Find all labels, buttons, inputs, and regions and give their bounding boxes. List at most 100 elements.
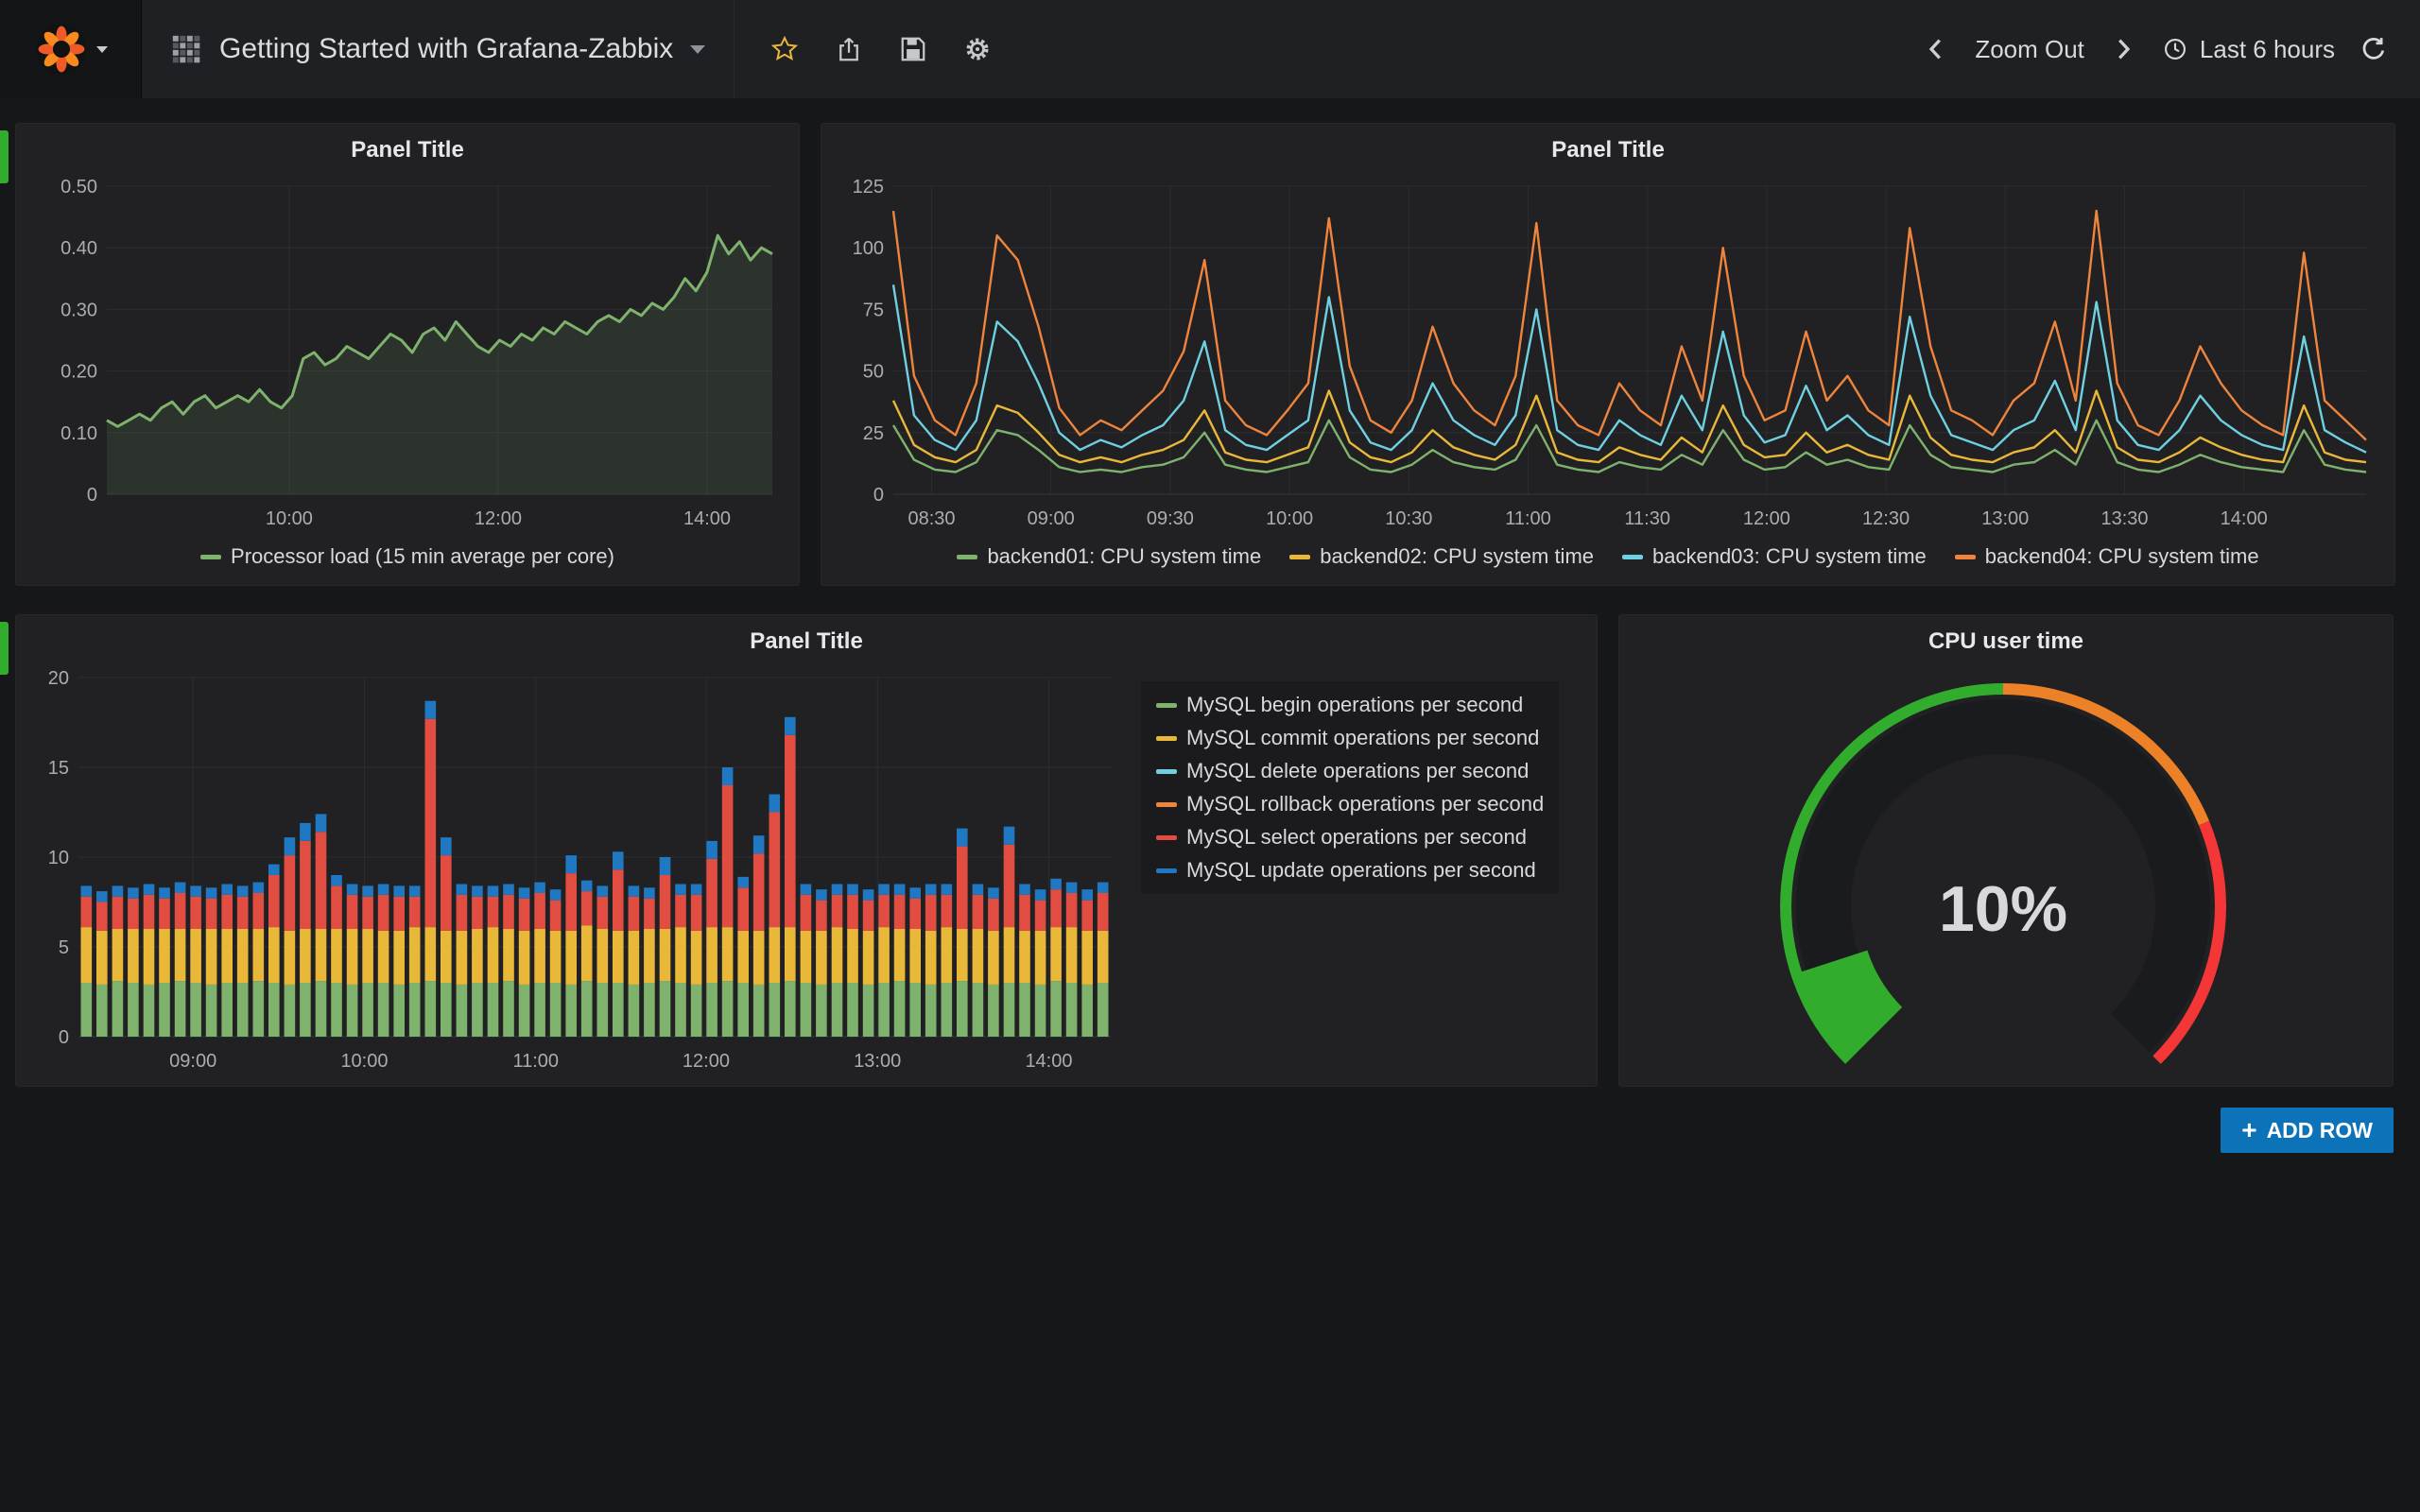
bar-segment: [457, 895, 468, 931]
legend-item[interactable]: MySQL update operations per second: [1156, 858, 1544, 883]
bar-segment: [409, 927, 421, 983]
bar-segment: [472, 983, 483, 1037]
caret-down-icon: [96, 46, 108, 53]
line-chart-cpu-system-time[interactable]: 025507510012508:3009:0009:3010:0010:3011…: [833, 173, 2383, 538]
bar-segment: [988, 931, 999, 985]
panel-title[interactable]: Panel Title: [27, 124, 787, 173]
bar-segment: [393, 885, 405, 896]
grafana-logo-icon: [34, 22, 89, 77]
time-shift-forward-button[interactable]: [2109, 35, 2137, 63]
bar-segment: [973, 983, 984, 1037]
bar-segment: [362, 983, 373, 1037]
bar-segment: [973, 929, 984, 983]
bar-segment: [737, 887, 749, 931]
x-tick-label: 12:00: [475, 508, 522, 529]
zoom-out-button[interactable]: Zoom Out: [1975, 35, 2084, 64]
legend-item[interactable]: backend01: CPU system time: [957, 544, 1261, 569]
row-toggle-handle[interactable]: [0, 130, 9, 183]
legend-item[interactable]: MySQL rollback operations per second: [1156, 792, 1544, 816]
bar-segment: [457, 985, 468, 1037]
bar-segment: [503, 929, 514, 981]
x-tick-label: 11:00: [1505, 508, 1551, 529]
bar-segment: [1066, 927, 1078, 983]
legend-item[interactable]: MySQL delete operations per second: [1156, 759, 1544, 783]
bar-segment: [832, 895, 843, 927]
bar-segment: [1081, 889, 1093, 900]
bar-segment: [81, 885, 93, 896]
bar-segment: [581, 881, 593, 891]
clock-icon: [2162, 36, 2188, 62]
x-tick-label: 09:30: [1147, 508, 1194, 529]
panel-title[interactable]: Panel Title: [833, 124, 2383, 173]
bar-segment: [144, 895, 155, 929]
refresh-button[interactable]: [2360, 35, 2388, 63]
bar-segment: [159, 983, 170, 1037]
legend-item[interactable]: MySQL begin operations per second: [1156, 693, 1544, 717]
bar-segment: [1098, 893, 1109, 931]
time-range-picker[interactable]: Last 6 hours: [2162, 35, 2335, 64]
bar-segment: [957, 829, 968, 847]
bar-segment: [737, 931, 749, 983]
save-button[interactable]: [899, 35, 927, 63]
gauge-cpu-user-time: 10%: [1631, 664, 2376, 1080]
bar-segment: [581, 891, 593, 925]
legend-swatch: [1622, 555, 1643, 559]
legend-item[interactable]: backend02: CPU system time: [1289, 544, 1594, 569]
legend-item[interactable]: MySQL commit operations per second: [1156, 726, 1544, 750]
bar-segment: [816, 889, 827, 900]
bar-segment: [441, 837, 452, 855]
bar-segment: [706, 859, 717, 927]
bar-segment: [96, 985, 108, 1037]
bar-segment: [644, 983, 655, 1037]
legend-item[interactable]: backend03: CPU system time: [1622, 544, 1927, 569]
panel-title[interactable]: Panel Title: [27, 615, 1585, 664]
favorite-button[interactable]: [770, 35, 799, 63]
chart-legend: MySQL begin operations per second MySQL c…: [1141, 681, 1559, 894]
panel-title[interactable]: CPU user time: [1631, 615, 2381, 664]
bar-segment: [221, 929, 233, 983]
time-range-label: Last 6 hours: [2200, 35, 2335, 64]
time-shift-back-button[interactable]: [1922, 35, 1950, 63]
settings-button[interactable]: [963, 35, 992, 63]
bar-segment: [378, 931, 389, 983]
bar-segment: [1004, 827, 1015, 845]
bar-segment: [565, 873, 577, 931]
x-tick-label: 14:00: [2221, 508, 2268, 529]
legend-item[interactable]: backend04: CPU system time: [1955, 544, 2259, 569]
bar-segment: [863, 889, 874, 900]
bar-segment: [942, 895, 953, 927]
bar-segment: [737, 877, 749, 887]
bar-segment: [112, 897, 124, 929]
bar-segment: [362, 885, 373, 896]
legend-label: MySQL commit operations per second: [1186, 726, 1539, 750]
bar-segment: [519, 899, 530, 931]
legend-item[interactable]: Processor load (15 min average per core): [200, 544, 614, 569]
bar-segment: [81, 983, 93, 1037]
bar-segment: [878, 927, 890, 983]
line-chart-processor-load[interactable]: 00.100.200.300.400.5010:0012:0014:00: [27, 173, 789, 538]
legend-swatch: [1156, 868, 1177, 873]
bar-segment: [863, 931, 874, 985]
legend-label: backend04: CPU system time: [1985, 544, 2259, 569]
x-tick-label: 14:00: [683, 508, 731, 529]
bar-segment: [706, 983, 717, 1037]
bar-chart-mysql-operations[interactable]: 0510152009:0010:0011:0012:0013:0014:00: [27, 664, 1124, 1080]
bar-segment: [331, 875, 342, 885]
bar-segment: [425, 927, 437, 981]
add-row-button[interactable]: + ADD ROW: [2221, 1108, 2394, 1153]
bar-segment: [128, 983, 139, 1037]
bar-segment: [221, 983, 233, 1037]
share-button[interactable]: [835, 35, 863, 63]
bar-segment: [175, 981, 186, 1037]
legend-label: backend03: CPU system time: [1652, 544, 1927, 569]
bar-segment: [81, 927, 93, 983]
bar-segment: [613, 869, 624, 931]
dashboard-picker[interactable]: Getting Started with Grafana-Zabbix: [142, 0, 735, 98]
row-toggle-handle[interactable]: [0, 622, 9, 675]
bar-segment: [753, 931, 765, 985]
bar-segment: [206, 887, 217, 898]
bar-segment: [909, 887, 921, 898]
bar-segment: [722, 927, 734, 981]
grafana-logo-menu[interactable]: [0, 0, 142, 98]
legend-item[interactable]: MySQL select operations per second: [1156, 825, 1544, 850]
